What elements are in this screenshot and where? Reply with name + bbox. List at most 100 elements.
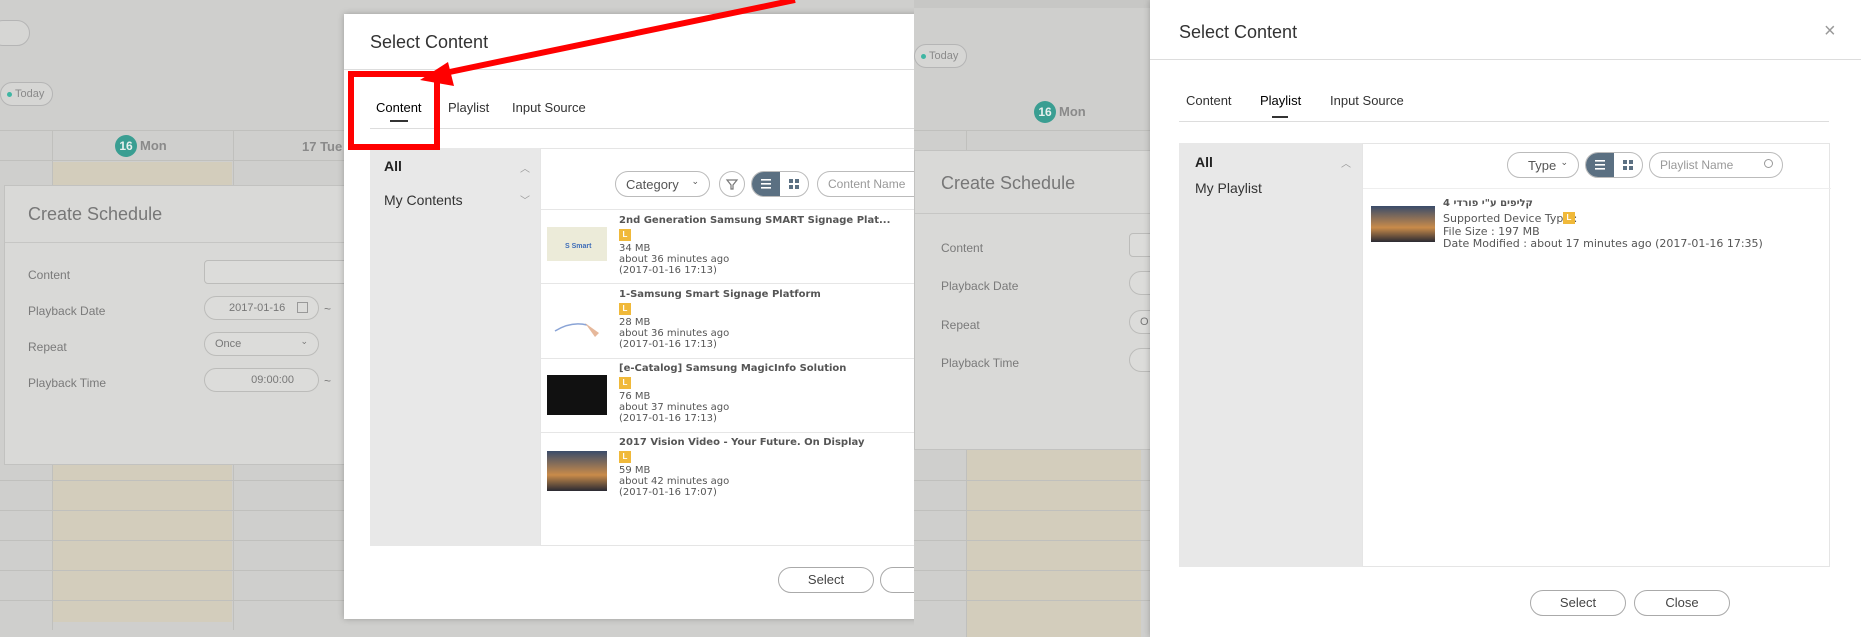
device-type-badge: L (1563, 212, 1575, 224)
chevron-up-icon[interactable]: ︿ (520, 160, 530, 175)
repeat-value: Once (215, 338, 242, 350)
today-label: Today (929, 50, 959, 62)
playlist-title[interactable]: קליפים ע"י פורדי 4 (1443, 198, 1533, 209)
calendar-icon[interactable] (297, 302, 308, 313)
item-size: 28 MB (619, 317, 651, 328)
search-icon[interactable] (1764, 159, 1773, 168)
filter-icon[interactable] (719, 171, 745, 197)
day-label: Mon (140, 138, 167, 153)
search-placeholder: Playlist Name (1660, 158, 1734, 172)
modal-title: Select Content (1179, 22, 1298, 42)
grid-view-icon[interactable] (1614, 153, 1642, 177)
divider (1363, 188, 1831, 189)
playback-time-field[interactable]: 09:00:00 (204, 368, 319, 392)
category-label: Category (626, 177, 679, 192)
divider (541, 432, 914, 433)
item-date: (2017-01-16 17:13) (619, 339, 717, 350)
item-size: 76 MB (619, 391, 651, 402)
today-dot-icon (921, 53, 926, 59)
view-toggle[interactable] (1585, 152, 1643, 178)
content-field[interactable] (204, 260, 354, 284)
create-schedule-title: Create Schedule (28, 204, 163, 224)
day-number-badge: 16 (1034, 101, 1056, 123)
calendar-gridline (914, 480, 1154, 481)
select-button[interactable]: Select (1530, 590, 1626, 616)
playback-date-label: Playback Date (941, 279, 1019, 293)
calendar-gridline (0, 510, 350, 511)
calendar-nav-pill[interactable] (0, 20, 30, 46)
calendar-gridline (0, 480, 350, 481)
calendar-gridline (914, 600, 1154, 601)
item-age: about 37 minutes ago (619, 402, 730, 413)
divider (541, 209, 914, 210)
repeat-label: Repeat (941, 318, 980, 332)
item-date: (2017-01-16 17:13) (619, 413, 717, 424)
tab-input-source[interactable]: Input Source (1330, 93, 1404, 108)
close-button[interactable]: Close (1634, 590, 1730, 616)
calendar-gridline (914, 540, 1154, 541)
playback-date-label: Playback Date (28, 304, 106, 318)
divider (1179, 121, 1829, 122)
view-toggle[interactable] (751, 171, 809, 197)
sidebar-item-my-contents[interactable]: My Contents (384, 192, 463, 208)
time-value: 09:00:00 (251, 374, 294, 386)
chevron-down-icon[interactable]: ﹀ (520, 192, 530, 207)
close-icon[interactable]: × (1824, 20, 1836, 43)
grid-view-icon[interactable] (780, 172, 808, 196)
divider (541, 358, 914, 359)
today-button[interactable]: Today (914, 44, 968, 68)
content-name-search-input[interactable]: Content Name (817, 171, 914, 197)
item-age: about 36 minutes ago (619, 254, 730, 265)
calendar-gridline (914, 510, 1154, 511)
sidebar-item-all[interactable]: All (384, 158, 402, 174)
calendar-gridline (914, 570, 1154, 571)
chevron-up-icon[interactable]: ︿ (1341, 155, 1351, 170)
date-value: 2017-01-16 (229, 302, 286, 314)
today-column-highlight (966, 450, 1141, 637)
content-label: Content (28, 268, 71, 282)
category-dropdown[interactable]: Category ⌄ (615, 171, 710, 197)
playlist-name-search-input[interactable]: Playlist Name (1649, 152, 1783, 178)
repeat-value: O (1140, 316, 1149, 328)
item-thumbnail (547, 451, 607, 491)
repeat-select[interactable]: Once ⌄ (204, 332, 319, 356)
type-dropdown[interactable]: Type ⌄ (1507, 152, 1579, 178)
close-button[interactable] (880, 567, 914, 593)
create-schedule-dialog: Create Schedule Content Playback Date Re… (914, 150, 1169, 450)
create-schedule-dialog: Create Schedule Content Playback Date Re… (4, 185, 355, 465)
device-type-badge: L (619, 229, 631, 241)
list-view-icon[interactable] (1586, 153, 1614, 177)
chevron-down-icon: ⌄ (691, 176, 699, 186)
svg-text:S Smart: S Smart (565, 243, 592, 250)
item-title[interactable]: [e-Catalog] Samsung MagicInfo Solution (619, 363, 846, 374)
repeat-label: Repeat (28, 340, 67, 354)
playback-time-label: Playback Time (28, 376, 107, 390)
calendar-gridline (0, 600, 350, 601)
tab-content[interactable]: Content (1186, 93, 1232, 108)
device-type-badge: L (619, 377, 631, 389)
item-date: (2017-01-16 17:07) (619, 487, 717, 498)
device-type-badge: L (619, 303, 631, 315)
select-button[interactable]: Select (778, 567, 874, 593)
item-title[interactable]: 2nd Generation Samsung SMART Signage Pla… (619, 215, 890, 226)
chevron-down-icon: ⌄ (1560, 157, 1568, 167)
create-schedule-title: Create Schedule (941, 173, 1076, 193)
item-date: (2017-01-16 17:13) (619, 265, 717, 276)
calendar-gridline (0, 540, 350, 541)
list-view-icon[interactable] (752, 172, 780, 196)
tab-playlist[interactable]: Playlist (1260, 93, 1301, 108)
day-label: Mon (1059, 104, 1086, 119)
item-title[interactable]: 1-Samsung Smart Signage Platform (619, 289, 821, 300)
type-label: Type (1528, 158, 1557, 173)
item-title[interactable]: 2017 Vision Video - Your Future. On Disp… (619, 437, 864, 448)
playback-date-field[interactable]: 2017-01-16 (204, 296, 319, 320)
divider (1150, 59, 1861, 60)
divider (5, 242, 355, 243)
time-range-tilde: ~ (324, 374, 332, 388)
device-type-label: Supported Device Type : (1443, 212, 1578, 225)
item-age: about 36 minutes ago (619, 328, 730, 339)
today-button[interactable]: Today (0, 82, 54, 106)
today-label: Today (15, 88, 45, 100)
sidebar-item-my-playlist[interactable]: My Playlist (1195, 180, 1262, 196)
sidebar-item-all[interactable]: All (1195, 154, 1213, 170)
